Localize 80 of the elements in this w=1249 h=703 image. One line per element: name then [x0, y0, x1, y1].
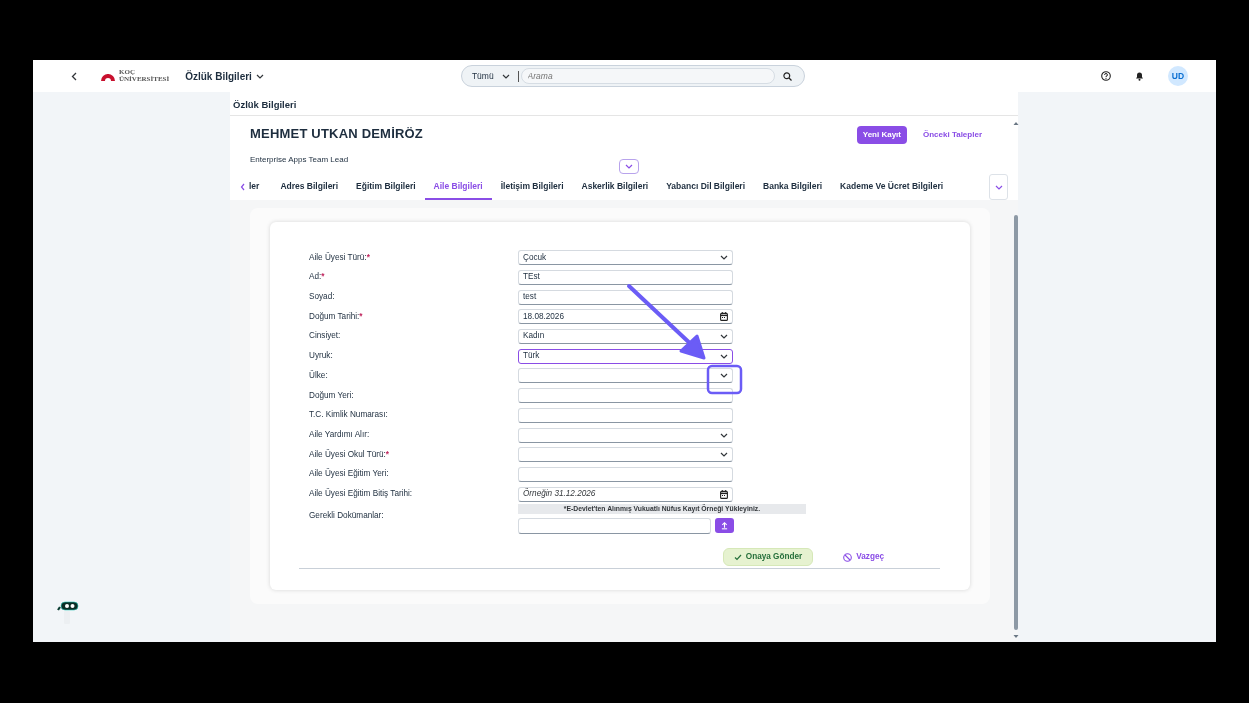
input-field[interactable]: TEst: [518, 270, 733, 286]
dropdown-field[interactable]: Türk: [518, 348, 733, 364]
logo-emblem-icon: [101, 71, 115, 81]
previous-requests-link[interactable]: Önceki Talepler: [923, 129, 982, 141]
chevron-down-icon: [720, 452, 728, 458]
tab[interactable]: Askerlik Bilgileri: [572, 174, 658, 200]
tab[interactable]: İletişim Bilgileri: [491, 174, 573, 200]
job-title: Enterprise Apps Team Lead: [250, 153, 350, 166]
avatar[interactable]: UD: [1168, 66, 1188, 86]
calendar-icon[interactable]: [720, 312, 728, 322]
dropdown-field[interactable]: [518, 447, 733, 463]
highlight-frame: [706, 364, 743, 395]
field-label: Ad:: [309, 272, 322, 282]
dropdown-field[interactable]: [518, 427, 733, 443]
scroll-left-icon[interactable]: [240, 183, 245, 191]
collapse-button[interactable]: [619, 159, 639, 174]
binoculars-icon[interactable]: [56, 600, 80, 625]
chevron-down-icon: [994, 184, 1003, 190]
field-label: Doğum Yeri:: [309, 390, 354, 400]
required-mark: *: [359, 311, 363, 321]
chevron-down-icon: [720, 334, 728, 340]
tab[interactable]: ler: [245, 174, 272, 200]
field-label: Doğum Tarihi:: [309, 311, 360, 321]
scope-select[interactable]: Tümü: [463, 69, 518, 83]
person-name: MEHMET UTKAN DEMİRÖZ: [250, 125, 423, 143]
tab[interactable]: Kademe Ve Ücret Bilgileri: [831, 174, 953, 200]
input-field[interactable]: test: [518, 289, 733, 305]
help-icon[interactable]: [1101, 71, 1111, 81]
file-field[interactable]: [518, 517, 711, 534]
upload-button[interactable]: [715, 517, 734, 533]
cancel-icon: [843, 552, 853, 562]
input-field[interactable]: [518, 407, 733, 423]
field-label: Aile Üyesi Eğitim Bitiş Tarihi:: [309, 488, 413, 498]
input-field[interactable]: [518, 388, 733, 404]
chevron-down-icon: [720, 373, 728, 379]
tabs-overflow-button[interactable]: [989, 174, 1008, 200]
chevron-down-icon: [720, 432, 728, 438]
date-field[interactable]: 18.08.2026: [518, 309, 733, 325]
tab[interactable]: Yabancı Dil Bilgileri: [657, 174, 755, 200]
back-icon[interactable]: [71, 71, 77, 81]
field-label: Cinsiyet:: [309, 331, 341, 341]
field-label: Aile Üyesi Eğitim Yeri:: [309, 469, 389, 479]
dropdown-field[interactable]: Çocuk: [518, 250, 733, 266]
scrollbar[interactable]: [1012, 120, 1020, 640]
date-field[interactable]: Örneğin 31.12.2026: [518, 486, 733, 502]
tab[interactable]: Banka Bilgileri: [754, 174, 832, 200]
dropdown-field[interactable]: [518, 368, 733, 384]
search-icon[interactable]: [782, 71, 792, 81]
input-field[interactable]: [518, 466, 733, 482]
search-field[interactable]: Arama: [520, 68, 775, 84]
required-mark: *: [366, 252, 370, 262]
calendar-icon[interactable]: [720, 489, 728, 499]
chevron-down-icon: [720, 255, 728, 261]
required-mark: *: [321, 272, 325, 282]
page-title: Özlük Bilgileri: [233, 99, 297, 110]
field-label: Soyad:: [309, 292, 335, 302]
cancel-button[interactable]: Vazgeç: [837, 549, 890, 565]
tab[interactable]: Eğitim Bilgileri: [347, 174, 425, 200]
field-label: Gerekli Dokümanlar:: [309, 510, 384, 520]
field-label: Ülke:: [309, 370, 328, 380]
field-label: Aile Üyesi Okul Türü:: [309, 449, 386, 459]
field-label: T.C. Kimlik Numarası:: [309, 410, 388, 420]
upload-icon: [721, 520, 728, 530]
field-label: Aile Üyesi Türü:: [309, 252, 367, 262]
scope-label: Tümü: [471, 69, 494, 83]
submit-button[interactable]: Onaya Gönder: [722, 547, 814, 567]
chevron-down-icon: [501, 73, 510, 79]
chevron-down-icon: [625, 164, 633, 169]
field-label: Uyruk:: [309, 351, 333, 361]
new-record-button[interactable]: Yeni Kayıt: [856, 126, 907, 144]
app-title: Özlük Bilgileri: [185, 69, 252, 84]
field-label: Aile Yardımı Alır:: [309, 429, 370, 439]
check-icon: [733, 553, 742, 561]
bell-icon[interactable]: [1135, 71, 1144, 81]
chevron-down-icon: [720, 353, 728, 359]
dropdown-field[interactable]: Kadın: [518, 329, 733, 345]
chevron-down-icon: [255, 73, 264, 79]
tab[interactable]: Adres Bilgileri: [271, 174, 348, 200]
app-title-menu[interactable]: Özlük Bilgileri: [185, 68, 264, 84]
tab[interactable]: Aile Bilgileri: [424, 174, 492, 200]
